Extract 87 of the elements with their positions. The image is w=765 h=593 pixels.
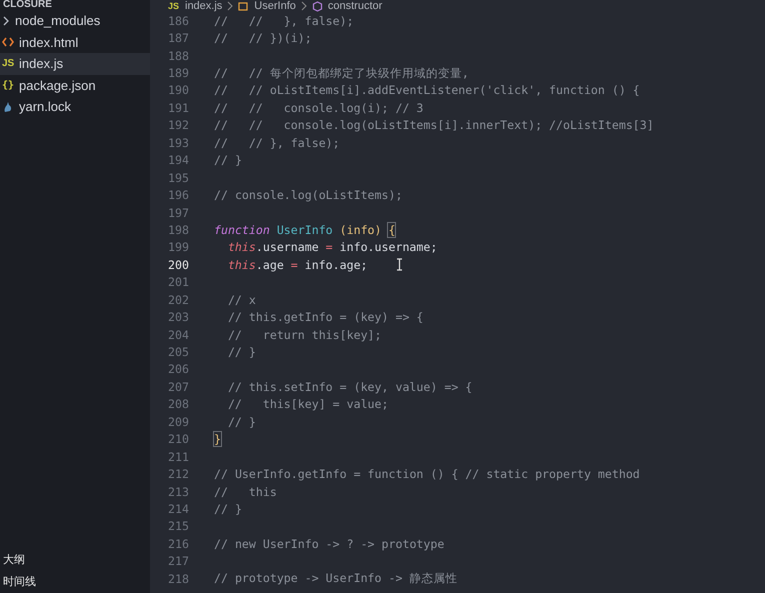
- function-name: UserInfo: [276, 222, 333, 237]
- line-number: 202: [167, 292, 189, 307]
- line-number: 214: [167, 502, 189, 516]
- line-number: 187: [167, 31, 189, 46]
- chevron-icon: [300, 1, 307, 11]
- code-keyword: this: [228, 240, 256, 254]
- breadcrumb-item[interactable]: constructor: [328, 0, 382, 12]
- code-comment: // // 每个闭包都绑定了块级作用域的变量,: [214, 66, 469, 81]
- code-text: info.age;: [304, 258, 368, 272]
- code-comment: // new UserInfo -> ? -> prototype: [214, 536, 444, 551]
- file-item[interactable]: {} package.json: [0, 74, 150, 96]
- chevron-icon: [227, 1, 234, 11]
- code-comment: // this.getInfo = (key) => {: [228, 310, 424, 324]
- line-number: 213: [167, 484, 189, 499]
- code-keyword: this: [228, 258, 256, 272]
- code-text: info.username;: [340, 240, 438, 254]
- line-number: 207: [167, 380, 189, 394]
- line-number: 216: [167, 536, 189, 551]
- line-number: 189: [167, 66, 189, 80]
- panel-header[interactable]: 大纲: [0, 549, 150, 571]
- bracket: }: [214, 432, 221, 446]
- line-number: 208: [167, 397, 189, 412]
- line-number: 193: [167, 136, 189, 150]
- code-text: .username: [256, 240, 319, 254]
- code-comment: // // }, false);: [214, 14, 354, 28]
- code-comment: // console.log(oListItems);: [214, 188, 402, 202]
- file-item[interactable]: yarn.lock: [0, 96, 150, 118]
- breadcrumb-item[interactable]: index.js: [185, 0, 222, 12]
- line-number: 204: [167, 328, 189, 342]
- code-comment: // }: [228, 345, 256, 360]
- line-number: 195: [167, 170, 189, 185]
- code-operator: =: [290, 258, 298, 272]
- line-number: 200: [167, 258, 189, 272]
- line-number: 206: [167, 362, 189, 376]
- code-comment: // x: [228, 292, 256, 307]
- file-item[interactable]: JS index.js: [0, 53, 150, 74]
- cube-icon: [312, 0, 323, 12]
- line-number: 198: [167, 222, 189, 237]
- line-number: 217: [167, 554, 189, 568]
- code-comment: // UserInfo.getInfo = function () { // static property method: [214, 467, 640, 482]
- code-comment: // this[key] = value;: [228, 397, 388, 412]
- line-number: 205: [167, 345, 189, 360]
- line-number: 203: [167, 310, 189, 324]
- js-icon: JS: [2, 58, 14, 70]
- code-operator: =: [326, 240, 333, 254]
- code-comment: // // console.log(i); // 3: [214, 100, 424, 115]
- section-title: CLOSURE: [2, 0, 53, 10]
- code-keyword: function: [214, 222, 270, 237]
- bracket: {: [388, 222, 396, 237]
- line-number: 192: [167, 118, 189, 132]
- line-number: 191: [167, 100, 189, 115]
- file-item[interactable]: node_modules: [0, 10, 150, 32]
- line-number: 190: [167, 83, 189, 98]
- breadcrumb-item[interactable]: UserInfo: [254, 0, 296, 12]
- code-comment: // this: [214, 484, 277, 499]
- code-text: .age: [256, 258, 284, 272]
- code-comment: // prototype -> UserInfo -> 静态属性: [214, 571, 458, 586]
- line-number: 188: [167, 48, 189, 63]
- code-param: (info): [340, 222, 382, 237]
- line-number: 210: [167, 432, 189, 446]
- line-number: 212: [167, 467, 189, 482]
- code-comment: // // })(i);: [214, 31, 312, 46]
- class-icon: [238, 1, 250, 11]
- line-number: 209: [167, 414, 189, 429]
- code-comment: // return this[key];: [228, 328, 382, 342]
- code-comment: // }: [214, 502, 242, 516]
- chevron-icon: [2, 14, 10, 27]
- code-comment: // // console.log(oListItems[i].innerText); //oListItems[3]: [214, 118, 654, 132]
- line-number: 218: [167, 572, 189, 586]
- panel-header[interactable]: 时间线: [0, 571, 150, 593]
- line-number: 201: [167, 275, 189, 290]
- line-number: 199: [167, 240, 189, 254]
- code-comment: // // oListItems[i].addEventListener('click', function () {: [214, 83, 640, 98]
- line-number: 194: [167, 153, 189, 168]
- code-comment: // }: [214, 153, 242, 168]
- code-comment: // }: [228, 414, 256, 429]
- line-number: 186: [167, 14, 189, 28]
- line-number: 215: [167, 519, 189, 534]
- code-comment: // // }, false);: [214, 136, 340, 150]
- line-number: 197: [167, 206, 189, 220]
- code-comment: // this.setInfo = (key, value) => {: [228, 380, 472, 394]
- file-item[interactable]: index.html: [0, 32, 150, 53]
- line-number: 211: [167, 450, 189, 464]
- code-icon: [2, 37, 14, 48]
- line-number: 196: [167, 188, 189, 202]
- js-icon: JS: [168, 0, 180, 12]
- json-icon: {}: [2, 80, 14, 91]
